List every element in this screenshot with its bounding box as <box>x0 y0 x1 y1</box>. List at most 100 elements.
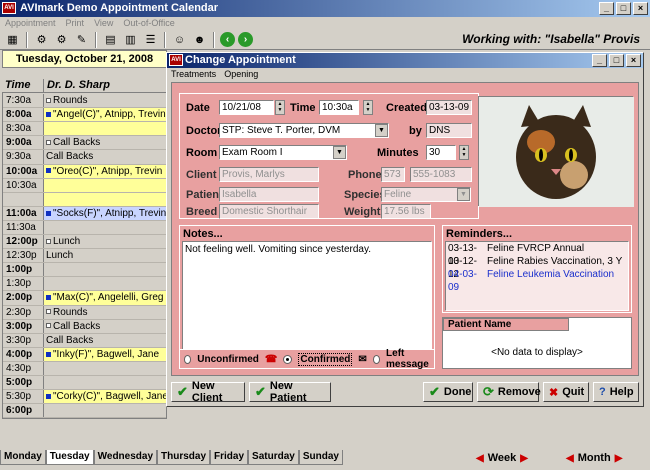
tab-monday[interactable]: Monday <box>0 450 46 465</box>
appointment-entry[interactable] <box>44 178 166 192</box>
appointment-entry[interactable] <box>44 122 166 136</box>
appointment-entry[interactable]: "Corky(C)", Bagwell, Jane <box>44 390 166 404</box>
appointment-entry[interactable]: Lunch <box>44 235 166 249</box>
calendar-row[interactable]: 10:00a "Oreo(C)", Atnipp, Trevin <box>3 164 166 179</box>
appointment-entry[interactable]: "Angel(C)", Atnipp, Trevin <box>44 108 166 122</box>
calendar-row[interactable]: 2:30p Rounds <box>3 305 166 320</box>
schedule-icon[interactable]: ⚙ <box>33 31 50 48</box>
tab-wednesday[interactable]: Wednesday <box>93 450 158 465</box>
close-button[interactable]: × <box>633 2 648 15</box>
patient-name-column[interactable]: Patient Name <box>443 318 569 331</box>
tab-friday[interactable]: Friday <box>210 450 249 465</box>
new-patient-button[interactable]: ✔ New Patient <box>249 380 331 404</box>
appointment-entry[interactable]: "Max(C)", Angelelli, Greg <box>44 291 166 305</box>
calendar-row[interactable]: 6:00p <box>3 404 166 419</box>
calendar-row[interactable]: 8:30a <box>3 122 166 137</box>
settings-icon[interactable]: ⚙ <box>53 31 70 48</box>
calendar-row[interactable]: 1:30p <box>3 277 166 292</box>
appointment-entry[interactable] <box>44 192 166 206</box>
calendar-row[interactable]: 3:30p Call Backs <box>3 333 166 348</box>
tools-icon[interactable]: ✎ <box>73 31 90 48</box>
appointment-entry[interactable] <box>44 376 166 390</box>
calendar-row[interactable]: 12:30p Lunch <box>3 249 166 264</box>
calendar-row[interactable]: 12:00p Lunch <box>3 235 166 250</box>
week-nav[interactable]: ◀ Week ▶ <box>476 452 528 464</box>
appointment-entry[interactable]: "Inky(F)", Bagwell, Jane <box>44 347 166 361</box>
tab-sunday[interactable]: Sunday <box>298 450 343 465</box>
reminder-row[interactable]: 03-13-10 Feline FVRCP Annual <box>446 242 628 267</box>
appointment-entry[interactable] <box>44 263 166 277</box>
calendar-row[interactable]: 11:00a "Socks(F)", Atnipp, Trevin <box>3 206 166 221</box>
dialog-minimize-button[interactable]: _ <box>592 54 607 67</box>
time-spinner[interactable]: ▲ ▼ <box>363 100 373 115</box>
date-spinner[interactable]: ▲ ▼ <box>275 100 285 115</box>
menu-view[interactable]: View <box>94 17 113 30</box>
back-arrow-icon[interactable]: ‹ <box>220 32 235 47</box>
appointment-entry[interactable]: Call Backs <box>44 150 166 164</box>
unconfirmed-radio[interactable] <box>184 354 192 364</box>
menu-appointment[interactable]: Appointment <box>5 17 56 30</box>
calendar-row[interactable]: 4:00p "Inky(F)", Bagwell, Jane <box>3 347 166 362</box>
calendar-row[interactable] <box>3 192 166 207</box>
calendar-row[interactable]: 5:30p "Corky(C)", Bagwell, Jane <box>3 390 166 405</box>
menu-treatments[interactable]: Treatments <box>171 69 216 79</box>
prev-week-icon[interactable]: ◀ <box>476 453 484 464</box>
print-icon[interactable]: ▤ <box>102 31 119 48</box>
reminder-row[interactable]: 04-03-09 Feline Leukemia Vaccination <box>446 268 628 293</box>
calendar-row[interactable]: 3:00p Call Backs <box>3 319 166 334</box>
forward-arrow-icon[interactable]: › <box>238 32 253 47</box>
month-nav[interactable]: ◀ Month ▶ <box>566 452 622 464</box>
calendar-row[interactable]: 4:30p <box>3 361 166 377</box>
calendar-row[interactable]: 11:30a <box>3 220 166 236</box>
dialog-maximize-button[interactable]: □ <box>609 54 624 67</box>
calendar-icon[interactable]: ▦ <box>4 31 21 48</box>
menu-out-of-office[interactable]: Out-of-Office <box>123 17 174 30</box>
tab-saturday[interactable]: Saturday <box>248 450 299 465</box>
appointment-entry[interactable] <box>44 277 166 291</box>
chevron-down-icon[interactable]: ▼ <box>333 146 346 159</box>
appointment-entry[interactable]: "Oreo(C)", Atnipp, Trevin <box>44 164 166 178</box>
appointment-entry[interactable]: Call Backs <box>44 333 166 347</box>
grid-icon[interactable]: ▥ <box>122 31 139 48</box>
maximize-button[interactable]: □ <box>616 2 631 15</box>
quit-button[interactable]: ✖ Quit <box>543 382 589 402</box>
appointment-entry[interactable]: Rounds <box>44 94 166 108</box>
new-client-button[interactable]: ✔ New Client <box>171 380 245 404</box>
appointment-entry[interactable] <box>44 404 166 418</box>
search-user-icon[interactable]: ☻ <box>191 31 208 48</box>
appointment-entry[interactable]: Call Backs <box>44 136 166 150</box>
time-field[interactable]: 10:30a <box>319 100 359 115</box>
left-message-radio[interactable] <box>372 354 381 364</box>
appointment-entry[interactable]: Lunch <box>44 249 166 263</box>
done-button[interactable]: ✔ Done <box>423 382 473 402</box>
menu-opening[interactable]: Opening <box>224 69 258 79</box>
minutes-spinner[interactable]: ▲ ▼ <box>459 145 469 160</box>
appointment-entry[interactable] <box>44 220 166 235</box>
calendar-row[interactable]: 2:00p "Max(C)", Angelelli, Greg <box>3 291 166 306</box>
help-button[interactable]: ? Help <box>593 382 639 402</box>
next-month-icon[interactable]: ▶ <box>615 453 623 464</box>
menu-print[interactable]: Print <box>66 17 85 30</box>
minutes-field[interactable]: 30 <box>426 145 456 160</box>
room-select[interactable]: Exam Room I ▼ <box>219 145 347 160</box>
user-icon[interactable]: ☺ <box>171 31 188 48</box>
reminder-row[interactable]: 03-12-12 Feline Rabies Vaccination, 3 Y <box>446 255 628 280</box>
date-field[interactable]: 10/21/08 <box>219 100 274 115</box>
calendar-row[interactable]: 9:00a Call Backs <box>3 136 166 151</box>
calendar-row[interactable]: 8:00a "Angel(C)", Atnipp, Trevin <box>3 108 166 123</box>
next-week-icon[interactable]: ▶ <box>520 453 528 464</box>
calendar-row[interactable]: 5:00p <box>3 376 166 391</box>
calendar-row[interactable]: 9:30a Call Backs <box>3 150 166 165</box>
prev-month-icon[interactable]: ◀ <box>566 453 574 464</box>
list-icon[interactable]: ☰ <box>142 31 159 48</box>
dialog-close-button[interactable]: × <box>626 54 641 67</box>
calendar-row[interactable]: 1:00p <box>3 263 166 278</box>
appointment-entry[interactable]: Rounds <box>44 305 166 319</box>
reminders-list[interactable]: 03-13-10 Feline FVRCP Annual 03-12-12 Felin… <box>445 241 629 311</box>
appointment-entry[interactable]: Call Backs <box>44 319 166 333</box>
appointment-entry[interactable]: "Socks(F)", Atnipp, Trevin <box>44 206 166 220</box>
appointment-entry[interactable] <box>44 361 166 376</box>
calendar-row[interactable]: 10:30a <box>3 178 166 193</box>
tab-tuesday[interactable]: Tuesday <box>45 450 94 465</box>
chevron-down-icon[interactable]: ▼ <box>375 124 388 137</box>
